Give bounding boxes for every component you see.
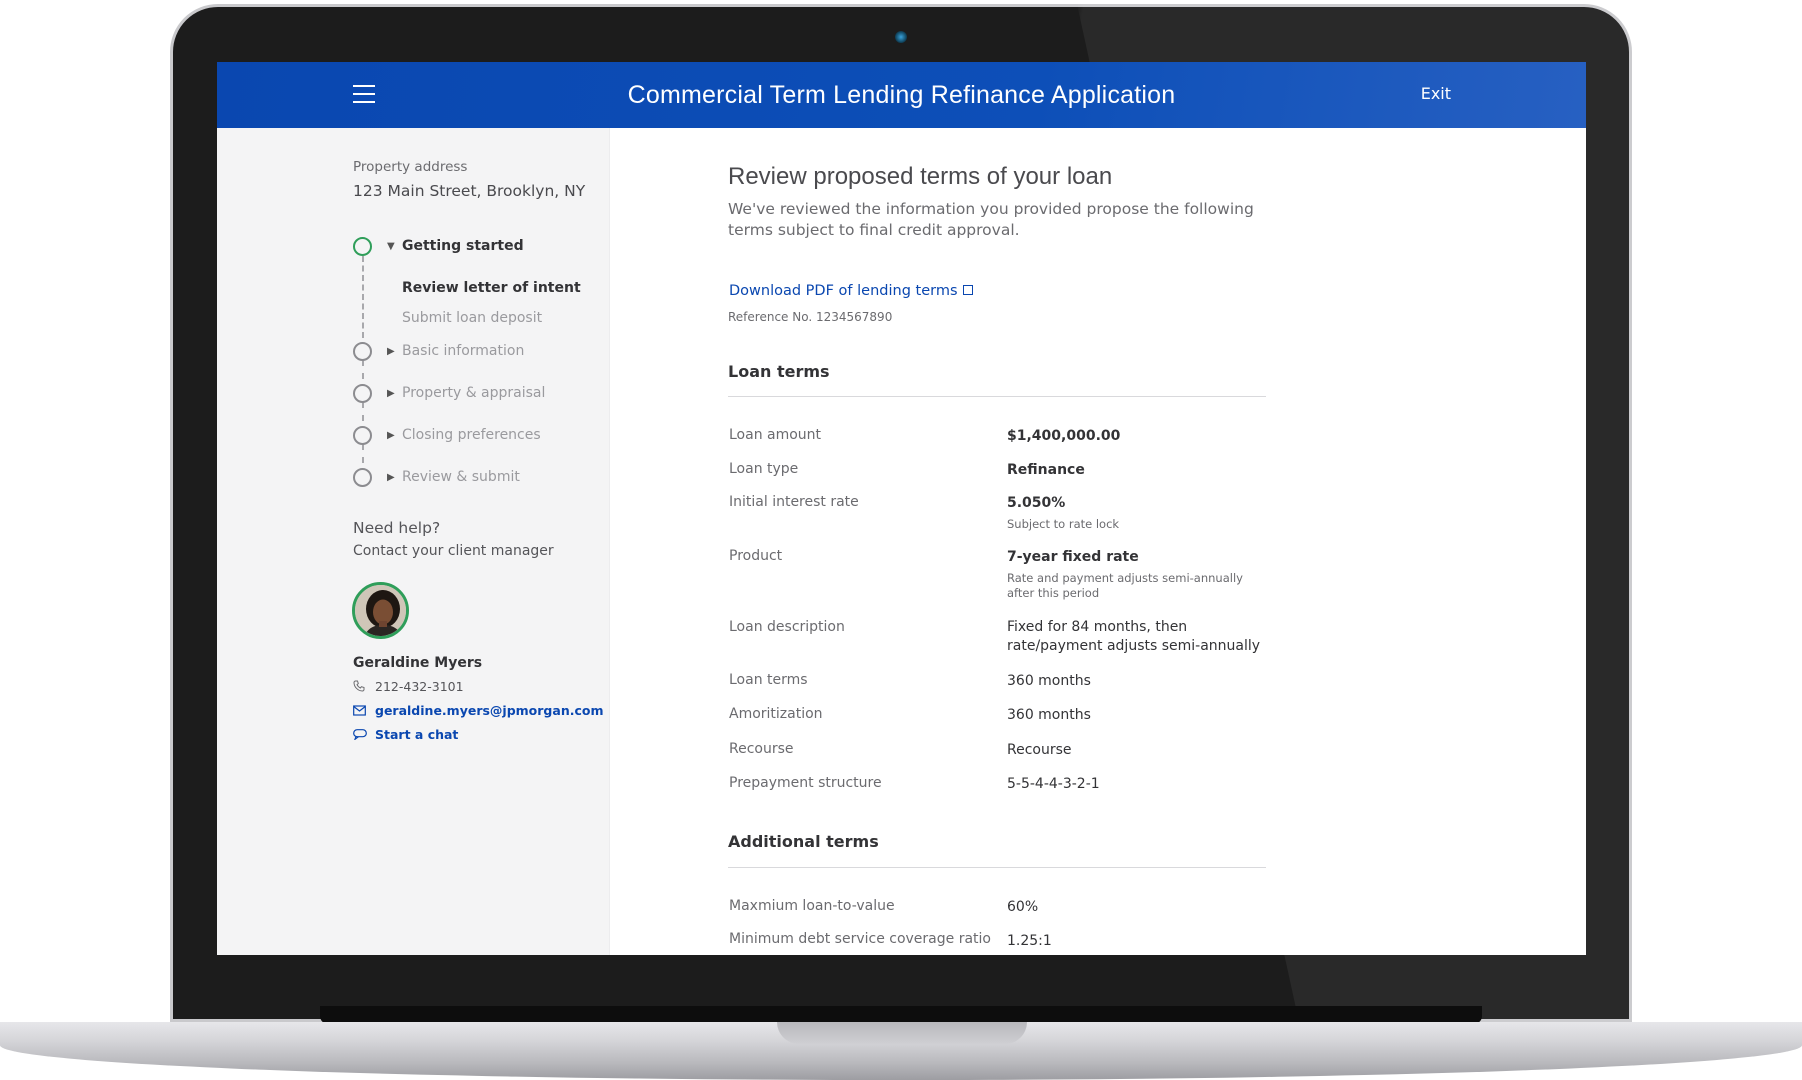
term-value: Fixed for 84 months, then rate/payment a… [1007, 619, 1261, 654]
email-link[interactable]: geraldine.myers@jpmorgan.com [375, 703, 604, 718]
client-manager-avatar [352, 582, 409, 639]
term-label: Recourse [729, 741, 794, 757]
app-title: Commercial Term Lending Refinance Applic… [627, 81, 1176, 109]
expand-caret-icon[interactable]: ▶ [387, 430, 395, 441]
term-label: Loan terms [729, 672, 808, 688]
substep-review-letter-of-intent[interactable]: Review letter of intent [402, 280, 581, 296]
expand-caret-icon[interactable]: ▶ [387, 388, 395, 399]
phone-row: 212-432-3101 [353, 679, 464, 694]
step-status-icon [353, 237, 372, 256]
step-property-appraisal[interactable]: Property & appraisal [402, 385, 545, 401]
term-label: Product [729, 548, 783, 564]
reference-number: Reference No. 1234567890 [728, 310, 893, 324]
step-basic-information[interactable]: Basic information [402, 343, 524, 359]
property-address-value: 123 Main Street, Brooklyn, NY [353, 182, 586, 200]
section-divider [728, 867, 1266, 868]
step-closing-preferences[interactable]: Closing preferences [402, 427, 541, 443]
step-connector [362, 444, 364, 463]
term-value: Refinance [1007, 462, 1085, 478]
chat-icon [353, 728, 367, 742]
term-label: Loan type [729, 461, 799, 477]
phone-number[interactable]: 212-432-3101 [375, 679, 464, 694]
term-value: 360 months [1007, 673, 1091, 689]
expand-caret-icon[interactable]: ▶ [387, 346, 395, 357]
substep-submit-loan-deposit[interactable]: Submit loan deposit [402, 310, 542, 326]
start-chat-link[interactable]: Start a chat [375, 727, 458, 742]
term-value: 1.25:1 [1007, 933, 1052, 949]
term-note: Rate and payment adjusts semi-annually a… [1007, 571, 1243, 600]
term-label: Minimum debt service coverage ratio [729, 931, 991, 947]
help-title: Need help? [353, 519, 441, 537]
term-value: 5-5-4-4-3-2-1 [1007, 776, 1100, 792]
step-review-submit[interactable]: Review & submit [402, 469, 520, 485]
term-value: 7-year fixed rate [1007, 549, 1139, 565]
term-label: Maxmium loan-to-value [729, 898, 895, 914]
term-note: Subject to rate lock [1007, 517, 1120, 531]
expand-caret-icon[interactable]: ▶ [387, 472, 395, 483]
step-connector [362, 256, 364, 338]
laptop-base-notch [777, 1022, 1027, 1044]
mail-icon [353, 704, 367, 718]
chat-row[interactable]: Start a chat [353, 727, 458, 742]
app-screen: Commercial Term Lending Refinance Applic… [217, 62, 1586, 955]
email-row[interactable]: geraldine.myers@jpmorgan.com [353, 703, 604, 718]
step-status-icon [353, 342, 372, 361]
term-value: 5.050% [1007, 495, 1066, 511]
step-connector [362, 402, 364, 421]
page-title: Review proposed terms of your loan [728, 163, 1113, 190]
progress-sidebar: Property address 123 Main Street, Brookl… [217, 128, 610, 955]
step-status-icon [353, 426, 372, 445]
client-manager-name: Geraldine Myers [353, 655, 483, 671]
help-subtitle: Contact your client manager [353, 543, 554, 559]
step-status-icon [353, 384, 372, 403]
term-label: Initial interest rate [729, 494, 859, 510]
phone-icon [353, 680, 367, 694]
loan-terms-heading: Loan terms [728, 362, 830, 381]
term-value: $1,400,000.00 [1007, 428, 1121, 444]
term-label: Amoritization [729, 706, 823, 722]
download-pdf-label[interactable]: Download PDF of lending terms [729, 283, 958, 299]
download-pdf-link[interactable]: Download PDF of lending terms [729, 283, 973, 299]
webcam-icon [895, 31, 907, 43]
additional-terms-heading: Additional terms [728, 832, 879, 851]
page-description: We've reviewed the information you provi… [728, 200, 1254, 239]
external-link-icon [962, 285, 973, 295]
term-value: 60% [1007, 899, 1039, 915]
property-address-label: Property address [353, 159, 468, 175]
app-header: Commercial Term Lending Refinance Applic… [217, 62, 1586, 128]
step-connector [362, 360, 364, 379]
step-status-icon [353, 468, 372, 487]
main-content: Review proposed terms of your loan We've… [610, 128, 1586, 955]
step-getting-started[interactable]: Getting started [402, 238, 524, 254]
exit-button[interactable]: Exit [1421, 84, 1451, 103]
term-label: Prepayment structure [729, 775, 882, 791]
section-divider [728, 396, 1266, 397]
term-value: Recourse [1007, 742, 1072, 758]
term-value: 360 months [1007, 707, 1091, 723]
expand-caret-icon[interactable]: ▼ [387, 241, 395, 252]
term-label: Loan amount [729, 427, 822, 443]
term-label: Loan description [729, 619, 845, 635]
